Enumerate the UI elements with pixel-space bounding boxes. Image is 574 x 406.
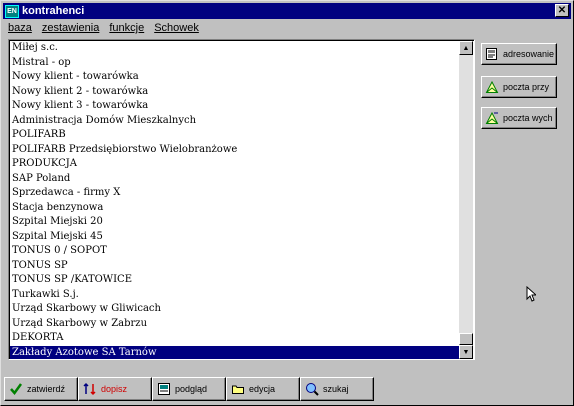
list-item[interactable]: Urząd Skarbowy w Zabrzu	[10, 317, 460, 332]
add-record-icon	[83, 382, 97, 396]
close-button[interactable]: ✕	[555, 4, 569, 17]
list-item[interactable]: Szpital Miejski 45	[10, 230, 460, 245]
preview-icon	[157, 382, 171, 396]
list-item[interactable]: Mistral - op	[10, 56, 460, 71]
list-item[interactable]: POLIFARB Przedsiębiorstwo Wielobranżowe	[10, 143, 460, 158]
main-window: EN kontrahenci ✕ baza zestawienia funkcj…	[0, 0, 574, 406]
list-item[interactable]: Szpital Miejski 20	[10, 215, 460, 230]
mail-in-button-label: poczta przy	[503, 82, 550, 92]
mail-out-icon	[485, 111, 499, 125]
scroll-thumb[interactable]	[459, 333, 473, 345]
title-bar[interactable]: EN kontrahenci ✕	[3, 3, 571, 19]
list-item[interactable]: POLIFARB	[10, 128, 460, 143]
search-icon	[305, 382, 319, 396]
search-button[interactable]: szukaj	[300, 377, 374, 401]
list-item[interactable]: Urząd Skarbowy w Gliwicach	[10, 302, 460, 317]
vertical-scrollbar[interactable]: ▲ ▼	[459, 41, 473, 359]
list-item[interactable]: Administracja Domów Mieszkalnych	[10, 114, 460, 129]
edit-button[interactable]: edycja	[226, 377, 300, 401]
search-button-label: szukaj	[323, 384, 349, 394]
app-icon: EN	[5, 4, 19, 18]
address-button-label: adresowanie	[503, 49, 555, 59]
menu-zestawienia[interactable]: zestawienia	[37, 22, 104, 34]
preview-button-label: podgląd	[175, 384, 208, 394]
list-item[interactable]: TONUS SP	[10, 259, 460, 274]
list-item[interactable]: SAP Poland	[10, 172, 460, 187]
menu-schowek[interactable]: Schowek	[149, 22, 204, 34]
address-book-icon	[485, 47, 499, 61]
list-item[interactable]: PRODUKCJA	[10, 157, 460, 172]
list-item[interactable]: DEKORTA	[10, 331, 460, 346]
folder-icon	[231, 382, 245, 396]
checkmark-icon	[9, 382, 23, 396]
confirm-button[interactable]: zatwierdź	[4, 377, 78, 401]
menu-bar: baza zestawienia funkcje Schowek	[3, 20, 204, 36]
list-item[interactable]: TONUS SP /KATOWICE	[10, 273, 460, 288]
list-items-container: Miłej s.c. Mistral - op Nowy klient - to…	[10, 41, 460, 359]
list-item[interactable]: Nowy klient 3 - towarówka	[10, 99, 460, 114]
list-item[interactable]: Miłej s.c.	[10, 41, 460, 56]
mail-in-icon	[485, 80, 499, 94]
mail-in-button[interactable]: poczta przy	[481, 76, 557, 98]
mouse-cursor-icon	[526, 286, 536, 302]
menu-funkcje[interactable]: funkcje	[104, 22, 149, 34]
confirm-button-label: zatwierdź	[27, 384, 66, 394]
menu-baza[interactable]: baza	[3, 22, 37, 34]
window-title: kontrahenci	[22, 5, 85, 17]
list-item[interactable]: Turkawki S.j.	[10, 288, 460, 303]
edit-button-label: edycja	[249, 384, 276, 394]
add-record-button-label: dopisz	[101, 384, 128, 394]
list-item[interactable]: Stacja benzynowa	[10, 201, 460, 216]
preview-button[interactable]: podgląd	[152, 377, 226, 401]
mail-out-button-label: poczta wych	[503, 113, 553, 123]
list-item[interactable]: TONUS 0 / SOPOT	[10, 244, 460, 259]
list-item[interactable]: Sprzedawca - firmy X	[10, 186, 460, 201]
list-item[interactable]: Nowy klient 2 - towarówka	[10, 85, 460, 100]
contractors-list[interactable]: Miłej s.c. Mistral - op Nowy klient - to…	[8, 39, 475, 360]
address-button[interactable]: adresowanie	[481, 43, 557, 65]
bottom-toolbar: zatwierdź dopisz podgląd edycja szukaj	[4, 377, 376, 401]
list-item-selected[interactable]: Zakłady Azotowe SA Tarnów	[10, 345, 460, 359]
mail-out-button[interactable]: poczta wych	[481, 107, 557, 129]
scroll-up-button[interactable]: ▲	[459, 41, 473, 55]
list-item[interactable]: Nowy klient - towarówka	[10, 70, 460, 85]
scroll-down-button[interactable]: ▼	[459, 345, 473, 359]
add-record-button[interactable]: dopisz	[78, 377, 152, 401]
